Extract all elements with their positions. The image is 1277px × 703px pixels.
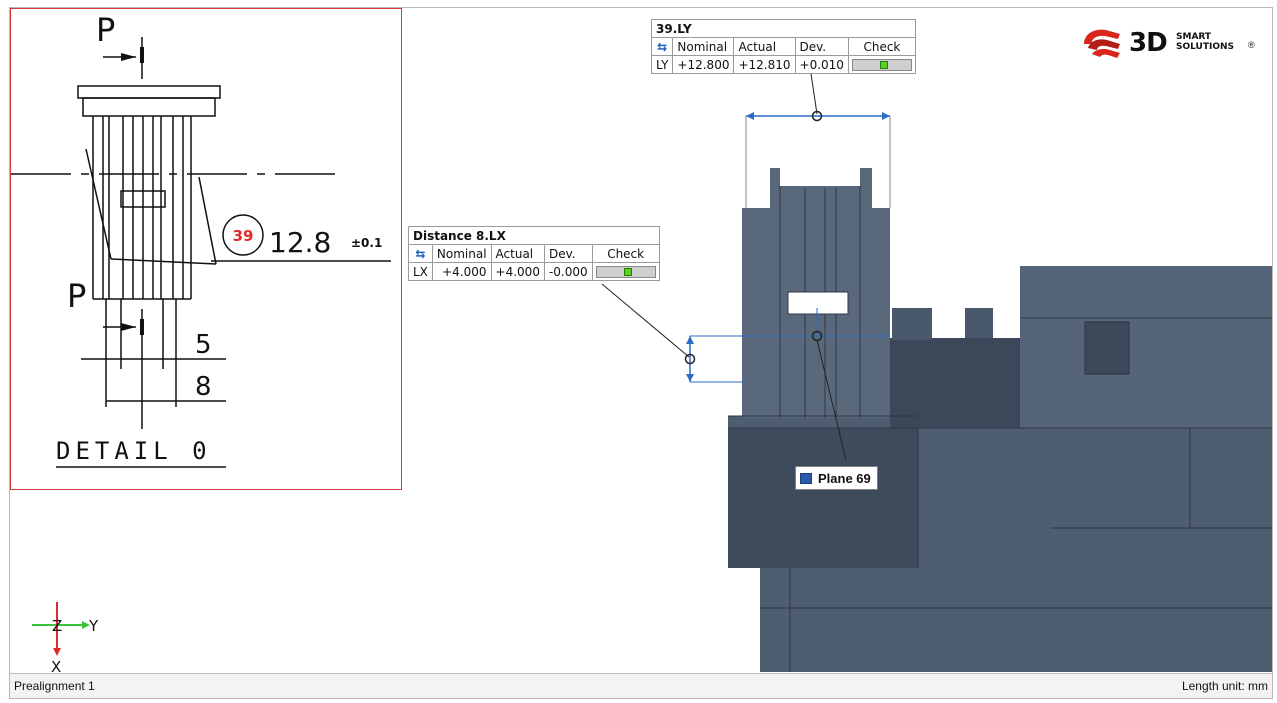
length-unit-status: Length unit: mm xyxy=(1181,679,1268,693)
part-middle-block xyxy=(890,338,1020,428)
axis-label-x: X xyxy=(51,658,61,672)
measurement-table-lx[interactable]: Distance 8.LX ⇆ Nominal Actual Dev. Chec… xyxy=(408,226,660,281)
distance-icon: ⇆ xyxy=(650,37,674,56)
header-actual: Actual xyxy=(490,244,545,263)
part-slot xyxy=(1084,321,1130,375)
actual-value: +4.000 xyxy=(490,262,545,281)
plane-label[interactable]: Plane 69 xyxy=(795,466,878,490)
logo-3d: 3D xyxy=(1129,28,1168,58)
dimension-value: 12.8 xyxy=(269,226,331,259)
deviation-value: -0.000 xyxy=(543,262,593,281)
detail-drawing: P P 39 12.8 ±0.1 5 8 DETAIL 0 xyxy=(11,11,391,468)
detail-drawing-panel: P P 39 12.8 ±0.1 5 8 DETAIL 0 xyxy=(10,8,402,490)
axis-triad: Z Y X xyxy=(32,602,99,672)
status-bar: Prealignment 1 Length unit: mm xyxy=(10,673,1272,698)
axis-label-y: Y xyxy=(88,617,99,635)
header-check: Check xyxy=(591,244,660,263)
section-label-top: P xyxy=(96,11,115,49)
balloon-number: 39 xyxy=(233,227,254,245)
header-actual: Actual xyxy=(733,37,796,56)
table-title: Distance 8.LX xyxy=(408,226,660,245)
axis-label-z: Z xyxy=(52,617,62,635)
alignment-status: Prealignment 1 xyxy=(14,679,95,693)
detail-label: DETAIL 0 xyxy=(56,437,212,465)
header-dev: Dev. xyxy=(794,37,849,56)
part-top-block xyxy=(1020,266,1272,428)
row-label: LX xyxy=(408,262,433,281)
check-indicator xyxy=(591,262,660,281)
logo-mark-icon xyxy=(1084,29,1120,58)
dimension-5: 5 xyxy=(195,330,212,360)
3d-viewport[interactable]: Z Y X P P 39 12.8 ±0.1 5 8 DETAIL 0 39.L… xyxy=(10,8,1272,672)
plane-label-text: Plane 69 xyxy=(818,470,871,486)
plane-icon xyxy=(800,472,812,484)
row-label: LY xyxy=(650,55,674,74)
part-window xyxy=(787,291,849,315)
distance-icon: ⇆ xyxy=(408,244,433,263)
logo-text: SMART SOLUTIONS xyxy=(1176,32,1235,52)
header-dev: Dev. xyxy=(543,244,593,263)
brand-logo: 3D SMART SOLUTIONS ® xyxy=(1080,26,1260,60)
app-window: Z Y X P P 39 12.8 ±0.1 5 8 DETAIL 0 39.L… xyxy=(9,7,1273,699)
section-label-bottom: P xyxy=(67,277,86,315)
header-check: Check xyxy=(847,37,916,56)
dimension-tolerance: ±0.1 xyxy=(351,236,382,250)
header-nominal: Nominal xyxy=(672,37,735,56)
part-shade xyxy=(728,428,918,568)
actual-value: +12.810 xyxy=(733,55,796,74)
dimension-8: 8 xyxy=(195,372,212,402)
table-title: 39.LY xyxy=(651,19,916,38)
logo-registered: ® xyxy=(1248,40,1255,50)
check-indicator xyxy=(847,55,916,74)
measurement-table-ly[interactable]: 39.LY ⇆ Nominal Actual Dev. Check LY +12… xyxy=(650,19,916,74)
nominal-value: +4.000 xyxy=(431,262,492,281)
nominal-value: +12.800 xyxy=(672,55,735,74)
deviation-value: +0.010 xyxy=(794,55,849,74)
header-nominal: Nominal xyxy=(431,244,492,263)
